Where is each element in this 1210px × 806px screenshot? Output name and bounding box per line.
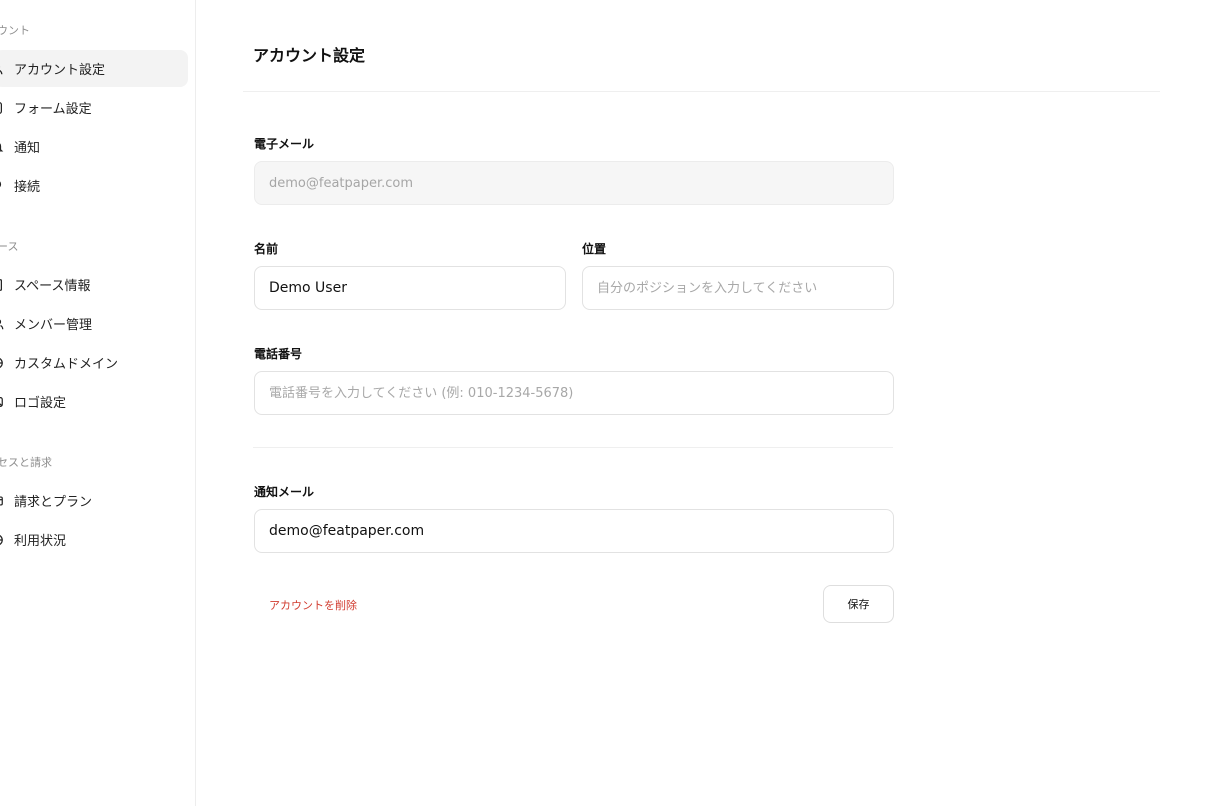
- position-label: 位置: [582, 242, 607, 256]
- sidebar-item-label: フォーム設定: [14, 102, 92, 117]
- page-title: アカウント設定: [253, 46, 366, 65]
- globe-icon: [0, 356, 4, 370]
- delete-account-link[interactable]: アカウントを削除: [269, 597, 357, 613]
- name-field[interactable]: [254, 266, 566, 310]
- sidebar-item-account-settings[interactable]: アカウント設定: [0, 50, 188, 87]
- sidebar-item-label: 通知: [14, 141, 41, 156]
- phone-label: 電話番号: [254, 347, 303, 361]
- sidebar-item-connections[interactable]: 接続: [0, 167, 188, 204]
- user-icon: [0, 62, 4, 76]
- sidebar-section-title-space: ペース: [0, 240, 19, 253]
- link-icon: [0, 179, 4, 193]
- sidebar-item-logo-settings[interactable]: ロゴ設定: [0, 383, 188, 420]
- main-content: アカウント設定 電子メール 名前 位置 電話番号 通知メール アカウントを削除 …: [195, 0, 1210, 806]
- document-icon: [0, 101, 4, 115]
- sidebar-item-usage[interactable]: 利用状況: [0, 521, 188, 558]
- notification-email-field[interactable]: [254, 509, 894, 553]
- section-divider: [253, 447, 893, 448]
- sidebar-item-label: メンバー管理: [14, 318, 93, 333]
- sidebar-item-notifications[interactable]: 通知: [0, 128, 188, 165]
- sidebar-item-label: スペース情報: [14, 279, 91, 294]
- image-icon: [0, 395, 4, 409]
- sidebar-item-custom-domain[interactable]: カスタムドメイン: [0, 344, 188, 381]
- sidebar-item-member-management[interactable]: メンバー管理: [0, 305, 188, 342]
- sidebar-section-title-account: カウント: [0, 24, 30, 37]
- sidebar-item-label: 利用状況: [14, 534, 67, 549]
- sidebar-item-label: 接続: [14, 180, 41, 195]
- sidebar-item-billing-plan[interactable]: 請求とプラン: [0, 482, 188, 519]
- sidebar-item-label: カスタムドメイン: [14, 357, 119, 372]
- save-button[interactable]: 保存: [823, 585, 894, 623]
- email-label: 電子メール: [254, 137, 315, 151]
- name-label: 名前: [254, 242, 279, 256]
- users-icon: [0, 317, 4, 331]
- sidebar-item-form-settings[interactable]: フォーム設定: [0, 89, 188, 126]
- sidebar-item-label: 請求とプラン: [14, 495, 93, 510]
- email-field: [254, 161, 894, 205]
- notification-email-label: 通知メール: [254, 485, 315, 499]
- bell-icon: [0, 140, 4, 154]
- building-icon: [0, 278, 4, 292]
- sidebar-item-label: アカウント設定: [14, 63, 106, 78]
- sidebar-section-title-access-billing: クセスと請求: [0, 456, 52, 469]
- sidebar-item-space-info[interactable]: スペース情報: [0, 266, 188, 303]
- phone-field[interactable]: [254, 371, 894, 415]
- header-divider: [243, 91, 1160, 92]
- position-field[interactable]: [582, 266, 894, 310]
- sidebar-item-label: ロゴ設定: [14, 396, 67, 411]
- credit-card-icon: [0, 494, 4, 508]
- chart-icon: [0, 533, 4, 547]
- sidebar: カウント アカウント設定 フォーム設定 通知 接続 ペース スペース情報: [0, 0, 196, 806]
